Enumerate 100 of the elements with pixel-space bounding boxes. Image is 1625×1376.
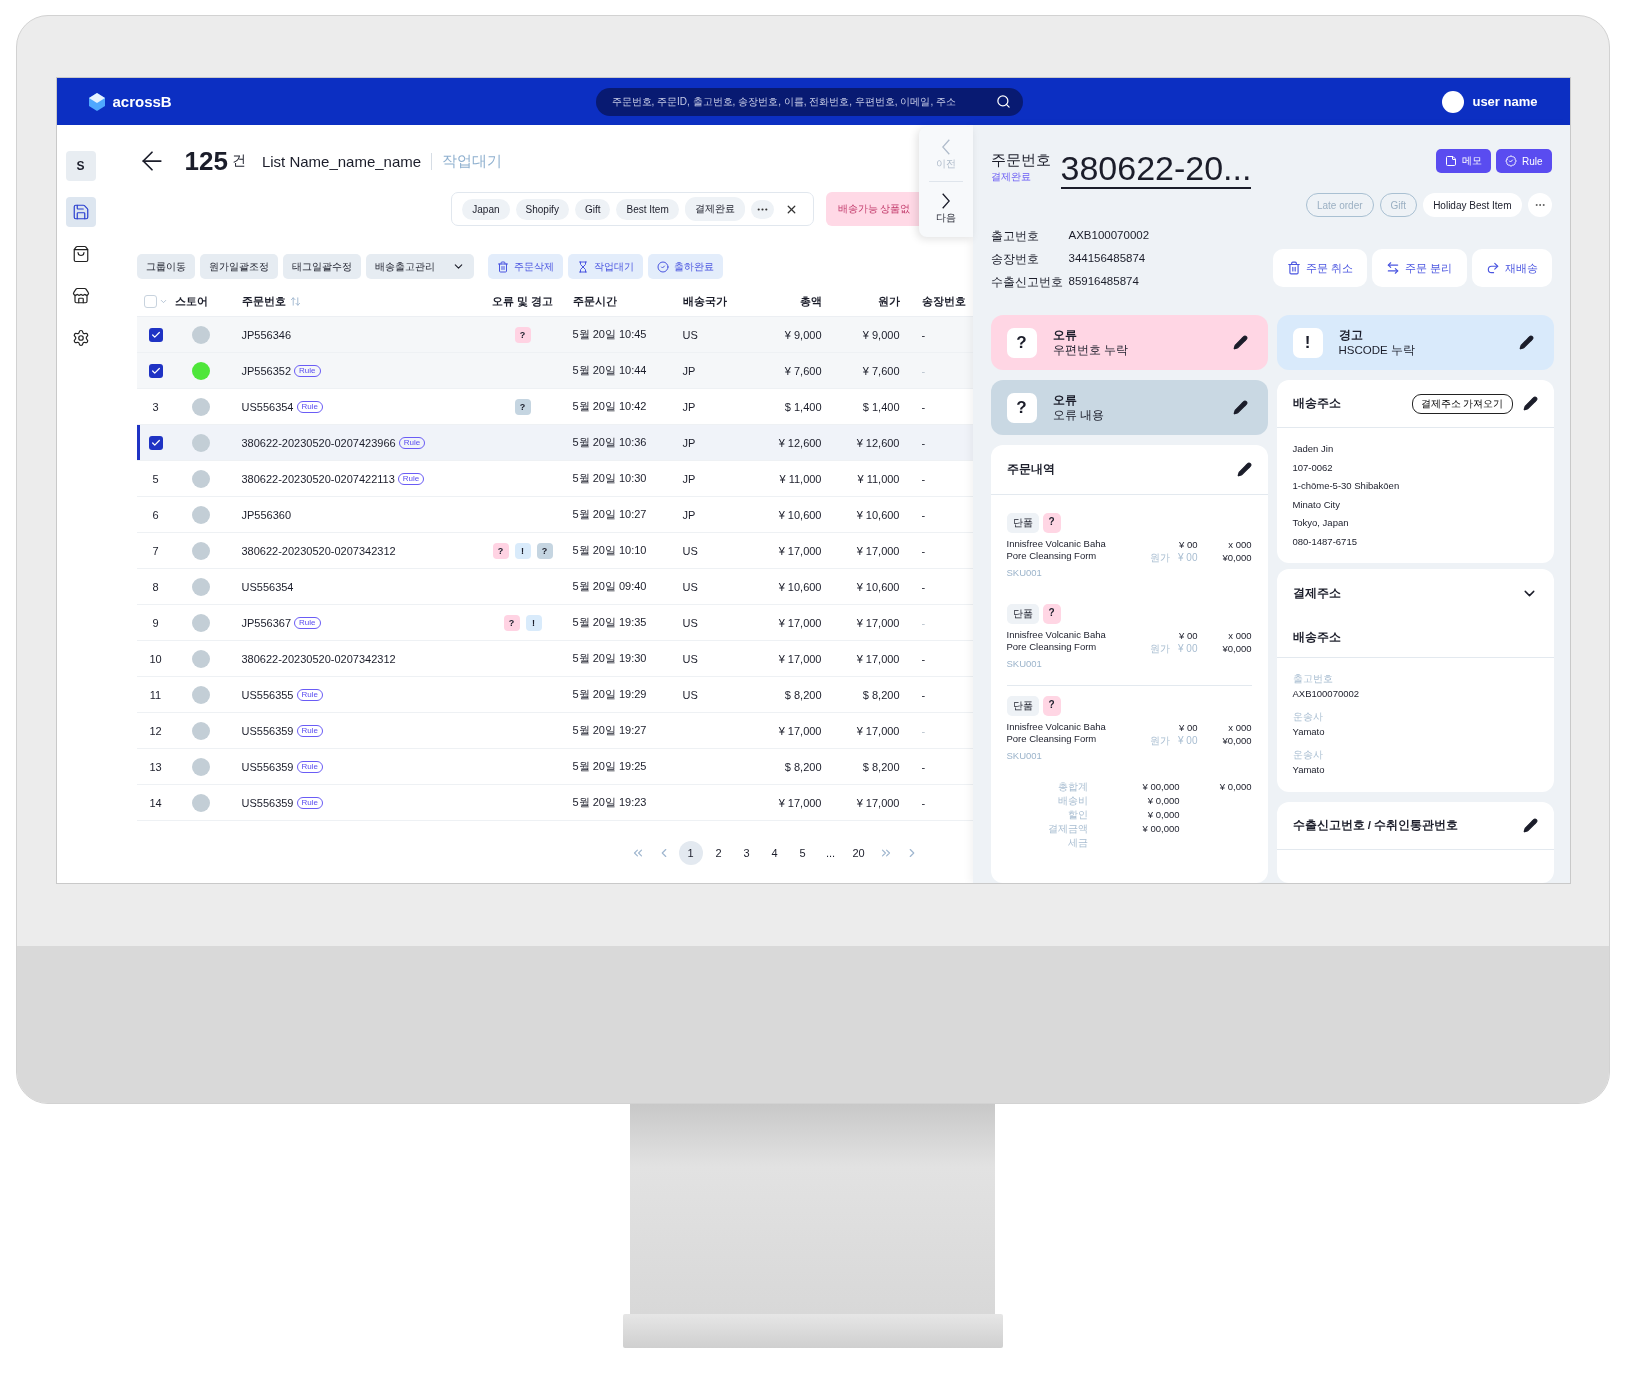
order-tag[interactable]: Holiday Best Item [1423,193,1522,217]
table-row[interactable]: JP556352 Rule 5월 20일 10:44 JP ¥ 7,600 ¥ 7,600 - [136,353,973,389]
pencil-icon [1232,400,1248,415]
logo-icon [86,91,107,112]
filter-tag[interactable]: Japan [462,198,510,220]
status-flag: ? [492,542,509,559]
page-button[interactable]: 20 [846,841,871,865]
total-amount: $ 8,200 [783,688,823,701]
select-all-checkbox[interactable] [143,295,157,308]
column-header[interactable]: 주문번호 [241,294,286,309]
page-button[interactable]: ... [818,841,843,865]
toolbar-button[interactable]: 그룹이동 [136,254,195,279]
total-amount: $ 8,200 [783,760,823,773]
column-header: 송장번호 [920,294,967,309]
row-number: 12 [149,724,162,737]
more-button[interactable] [750,199,774,219]
next-button[interactable]: 다음 [929,192,962,227]
import-address-button[interactable]: 결제주소 가져오기 [1411,393,1513,414]
toolbar-button[interactable]: 출하완료 [647,254,723,279]
alert-button[interactable]: 배송가능 상품없 [825,192,919,226]
cost-amount: ¥ 7,600 [861,364,901,377]
column-header: 총액 [798,294,823,309]
order-number[interactable]: 380622-20230520-0207423966 [241,436,396,449]
chevron-right-icon [941,193,950,210]
field-label: 운송사 [1292,748,1324,762]
filter-tag[interactable]: 결제완료 [684,197,745,221]
order-number[interactable]: US556359 [241,724,294,737]
alert-title: 오류 [1052,327,1078,343]
check-icon [150,329,161,340]
total-amount: ¥ 10,600 [777,508,823,521]
note-icon [1444,155,1457,167]
edit-button[interactable] [1232,335,1248,350]
alert-mark: ! [1292,327,1323,358]
order-number[interactable]: 380622-20230520-0207342312 [241,652,396,665]
chevron-left-icon [941,138,950,155]
table-row[interactable]: 380622-20230520-0207423966 Rule 5월 20일 10:36 JP ¥ 12,600 ¥ 12,600 - [136,425,973,461]
item-price: ¥ 00 [1178,629,1198,642]
filter-tag[interactable]: Best Item [616,198,679,220]
page-button[interactable]: 5 [790,841,815,865]
toolbar-button[interactable]: 배송출고관리 [365,254,474,279]
avatar[interactable] [1442,90,1465,113]
edit-button[interactable] [1236,462,1252,477]
page-button[interactable]: 4 [762,841,787,865]
action-button[interactable]: 주문 분리 [1372,249,1467,287]
row-checkbox[interactable] [148,363,163,378]
page-button[interactable]: 3 [734,841,759,865]
toolbar-button[interactable]: 태그일괄수정 [282,254,361,279]
row-checkbox[interactable] [148,327,163,342]
workspace-badge[interactable]: S [65,151,96,181]
order-number[interactable]: JP556346 [241,328,292,341]
order-number[interactable]: JP556360 [241,508,292,521]
page-button[interactable]: 1 [678,841,703,865]
order-number[interactable]: US556355 [241,688,294,701]
edit-button[interactable] [1232,400,1248,415]
order-number[interactable]: US556359 [241,796,294,809]
header-button[interactable]: 메모 [1435,149,1491,173]
item-name: Innisfree Volcanic Baha Pore Cleansing Form [1006,721,1107,746]
pencil-icon [1518,335,1534,350]
page-button[interactable]: 2 [706,841,731,865]
item-sku: SKU001 [1006,566,1043,579]
total-amount: ¥ 17,000 [777,724,823,737]
search-icon[interactable] [995,93,1011,109]
action-button[interactable]: 재배송 [1471,249,1552,287]
card-title: 수출신고번호 / 수취인통관번호 [1292,818,1460,833]
alert-message: 우편번호 누락 [1052,342,1129,358]
order-time: 5월 20일 19:30 [572,651,648,666]
filter-tag[interactable]: Shopify [515,198,569,220]
row-checkbox[interactable] [148,435,163,450]
order-number[interactable]: JP556352 [241,364,292,377]
order-time: 5월 20일 10:10 [572,543,648,558]
order-count: 125 [184,145,228,177]
order-number[interactable]: US556359 [241,760,294,773]
invoice-number: - [920,616,927,629]
search-field[interactable]: 주문번호, 주문ID, 출고번호, 송장번호, 이름, 전화번호, 우편번호, 이메일, 주소 [595,87,1023,116]
edit-button[interactable] [1522,818,1538,833]
summary-value: ¥ 0,000 [1218,780,1252,794]
order-number[interactable]: 380622-20230520-0207422113 [241,472,395,485]
edit-button[interactable] [1518,335,1534,350]
cost-amount: ¥ 10,600 [855,580,901,593]
edit-button[interactable] [1522,396,1538,411]
toolbar-button[interactable]: 작업대기 [567,254,643,279]
table-row[interactable]: JP556346 ? 5월 20일 10:45 US ¥ 9,000 ¥ 9,000 - [136,317,973,353]
invoice-number: - [920,436,927,449]
order-number[interactable]: JP556367 [241,616,292,629]
column-header: 주문시간 [572,294,618,309]
action-button[interactable]: 주문 취소 [1273,249,1368,287]
alert-title: 경고 [1338,327,1364,343]
order-number[interactable]: US556354 [241,400,294,413]
column-header: 스토어 [174,294,209,309]
user-name[interactable]: user name [1472,94,1538,109]
order-number-title: 380622-20... [1060,149,1252,189]
toolbar-button[interactable]: 원가일괄조정 [199,254,278,279]
address-line: Minato City [1292,497,1341,512]
badge-check-icon [1504,155,1517,167]
order-number[interactable]: US556354 [241,580,294,593]
filter-tag[interactable]: Gift [574,198,611,220]
order-number[interactable]: 380622-20230520-0207342312 [241,544,396,557]
header-button[interactable]: Rule [1495,149,1552,173]
toolbar-button[interactable]: 주문삭제 [487,254,563,279]
country-code: US [682,652,699,665]
